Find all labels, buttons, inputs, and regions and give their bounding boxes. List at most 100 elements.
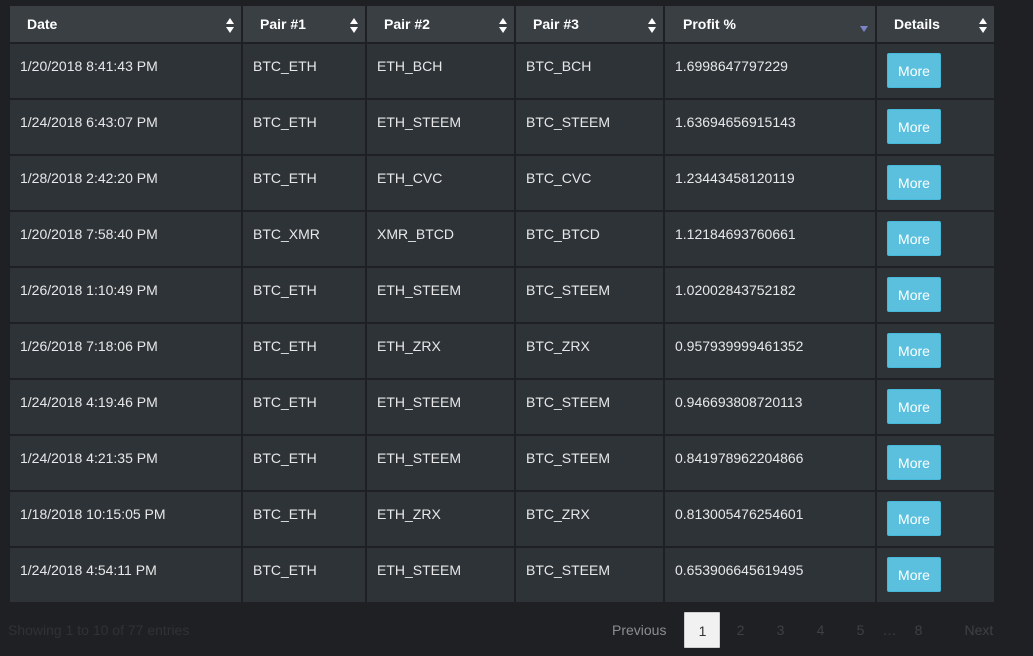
column-header-details[interactable]: Details xyxy=(877,6,994,44)
more-button[interactable]: More xyxy=(887,53,941,88)
cell-details: More xyxy=(877,324,994,380)
cell-pair1: BTC_ETH xyxy=(243,548,367,604)
cell-profit: 0.841978962204866 xyxy=(665,436,877,492)
cell-pair2: ETH_ZRX xyxy=(367,492,516,548)
cell-pair2: ETH_STEEM xyxy=(367,548,516,604)
cell-details: More xyxy=(877,380,994,436)
cell-pair1: BTC_ETH xyxy=(243,44,367,100)
pagination-ellipsis: … xyxy=(882,622,897,638)
sort-both-icon xyxy=(979,18,987,34)
more-button[interactable]: More xyxy=(887,557,941,592)
table-row: 1/20/2018 8:41:43 PM BTC_ETH ETH_BCH BTC… xyxy=(10,44,994,100)
column-header-label: Details xyxy=(894,16,940,32)
cell-profit: 0.813005476254601 xyxy=(665,492,877,548)
trades-table-wrapper: Date Pair #1 Pair #2 Pair #3 Profit % De… xyxy=(10,6,994,604)
cell-details: More xyxy=(877,212,994,268)
cell-date: 1/20/2018 8:41:43 PM xyxy=(10,44,243,100)
cell-profit: 1.6998647797229 xyxy=(665,44,877,100)
cell-pair1: BTC_ETH xyxy=(243,268,367,324)
cell-details: More xyxy=(877,44,994,100)
cell-pair3: BTC_CVC xyxy=(516,156,665,212)
cell-pair1: BTC_ETH xyxy=(243,436,367,492)
cell-date: 1/28/2018 2:42:20 PM xyxy=(10,156,243,212)
cell-pair2: ETH_STEEM xyxy=(367,380,516,436)
pagination: Previous 1 2 3 4 5 … 8 Next xyxy=(600,612,1005,648)
column-header-date[interactable]: Date xyxy=(10,6,243,44)
more-button[interactable]: More xyxy=(887,445,941,480)
cell-profit: 0.946693808720113 xyxy=(665,380,877,436)
table-row: 1/18/2018 10:15:05 PM BTC_ETH ETH_ZRX BT… xyxy=(10,492,994,548)
more-button[interactable]: More xyxy=(887,109,941,144)
page-button-2[interactable]: 2 xyxy=(720,612,760,648)
more-button[interactable]: More xyxy=(887,333,941,368)
cell-pair1: BTC_XMR xyxy=(243,212,367,268)
cell-date: 1/24/2018 4:21:35 PM xyxy=(10,436,243,492)
cell-profit: 0.653906645619495 xyxy=(665,548,877,604)
cell-details: More xyxy=(877,100,994,156)
table-row: 1/26/2018 7:18:06 PM BTC_ETH ETH_ZRX BTC… xyxy=(10,324,994,380)
previous-page-button[interactable]: Previous xyxy=(600,612,684,648)
sort-descending-icon xyxy=(860,26,868,32)
cell-pair1: BTC_ETH xyxy=(243,156,367,212)
table-row: 1/24/2018 4:21:35 PM BTC_ETH ETH_STEEM B… xyxy=(10,436,994,492)
more-button[interactable]: More xyxy=(887,277,941,312)
cell-pair1: BTC_ETH xyxy=(243,100,367,156)
cell-pair2: ETH_STEEM xyxy=(367,100,516,156)
next-page-button[interactable]: Next xyxy=(938,612,1005,648)
table-info-text: Showing 1 to 10 of 77 entries xyxy=(8,622,190,638)
column-header-profit[interactable]: Profit % xyxy=(665,6,877,44)
cell-pair2: XMR_BTCD xyxy=(367,212,516,268)
cell-pair2: ETH_STEEM xyxy=(367,268,516,324)
cell-profit: 1.63694656915143 xyxy=(665,100,877,156)
cell-pair3: BTC_ZRX xyxy=(516,324,665,380)
more-button[interactable]: More xyxy=(887,221,941,256)
cell-pair3: BTC_STEEM xyxy=(516,268,665,324)
cell-details: More xyxy=(877,268,994,324)
cell-date: 1/24/2018 4:19:46 PM xyxy=(10,380,243,436)
column-header-label: Date xyxy=(27,16,58,32)
trades-table: Date Pair #1 Pair #2 Pair #3 Profit % De… xyxy=(10,6,994,604)
page-button-5[interactable]: 5 xyxy=(840,612,880,648)
column-header-label: Profit % xyxy=(683,16,736,32)
cell-pair3: BTC_STEEM xyxy=(516,548,665,604)
more-button[interactable]: More xyxy=(887,501,941,536)
more-button[interactable]: More xyxy=(887,389,941,424)
column-header-pair3[interactable]: Pair #3 xyxy=(516,6,665,44)
sort-both-icon xyxy=(499,18,507,34)
cell-profit: 1.02002843752182 xyxy=(665,268,877,324)
cell-date: 1/24/2018 4:54:11 PM xyxy=(10,548,243,604)
table-row: 1/26/2018 1:10:49 PM BTC_ETH ETH_STEEM B… xyxy=(10,268,994,324)
column-header-label: Pair #3 xyxy=(533,16,579,32)
page-button-3[interactable]: 3 xyxy=(760,612,800,648)
sort-both-icon xyxy=(350,18,358,34)
table-row: 1/24/2018 6:43:07 PM BTC_ETH ETH_STEEM B… xyxy=(10,100,994,156)
cell-details: More xyxy=(877,156,994,212)
column-header-pair2[interactable]: Pair #2 xyxy=(367,6,516,44)
page-button-8[interactable]: 8 xyxy=(898,612,938,648)
table-body: 1/20/2018 8:41:43 PM BTC_ETH ETH_BCH BTC… xyxy=(10,44,994,604)
cell-details: More xyxy=(877,436,994,492)
cell-pair1: BTC_ETH xyxy=(243,380,367,436)
page-button-1[interactable]: 1 xyxy=(684,612,721,648)
sort-both-icon xyxy=(226,18,234,34)
page-button-4[interactable]: 4 xyxy=(800,612,840,648)
cell-profit: 1.12184693760661 xyxy=(665,212,877,268)
cell-date: 1/26/2018 1:10:49 PM xyxy=(10,268,243,324)
cell-pair3: BTC_STEEM xyxy=(516,436,665,492)
table-header-row: Date Pair #1 Pair #2 Pair #3 Profit % De… xyxy=(10,6,994,44)
cell-date: 1/24/2018 6:43:07 PM xyxy=(10,100,243,156)
cell-pair2: ETH_CVC xyxy=(367,156,516,212)
cell-date: 1/26/2018 7:18:06 PM xyxy=(10,324,243,380)
table-row: 1/20/2018 7:58:40 PM BTC_XMR XMR_BTCD BT… xyxy=(10,212,994,268)
cell-pair2: ETH_STEEM xyxy=(367,436,516,492)
table-row: 1/24/2018 4:54:11 PM BTC_ETH ETH_STEEM B… xyxy=(10,548,994,604)
cell-pair1: BTC_ETH xyxy=(243,492,367,548)
table-row: 1/24/2018 4:19:46 PM BTC_ETH ETH_STEEM B… xyxy=(10,380,994,436)
cell-pair2: ETH_ZRX xyxy=(367,324,516,380)
sort-both-icon xyxy=(648,18,656,34)
column-header-pair1[interactable]: Pair #1 xyxy=(243,6,367,44)
column-header-label: Pair #1 xyxy=(260,16,306,32)
more-button[interactable]: More xyxy=(887,165,941,200)
cell-date: 1/20/2018 7:58:40 PM xyxy=(10,212,243,268)
cell-pair3: BTC_STEEM xyxy=(516,100,665,156)
